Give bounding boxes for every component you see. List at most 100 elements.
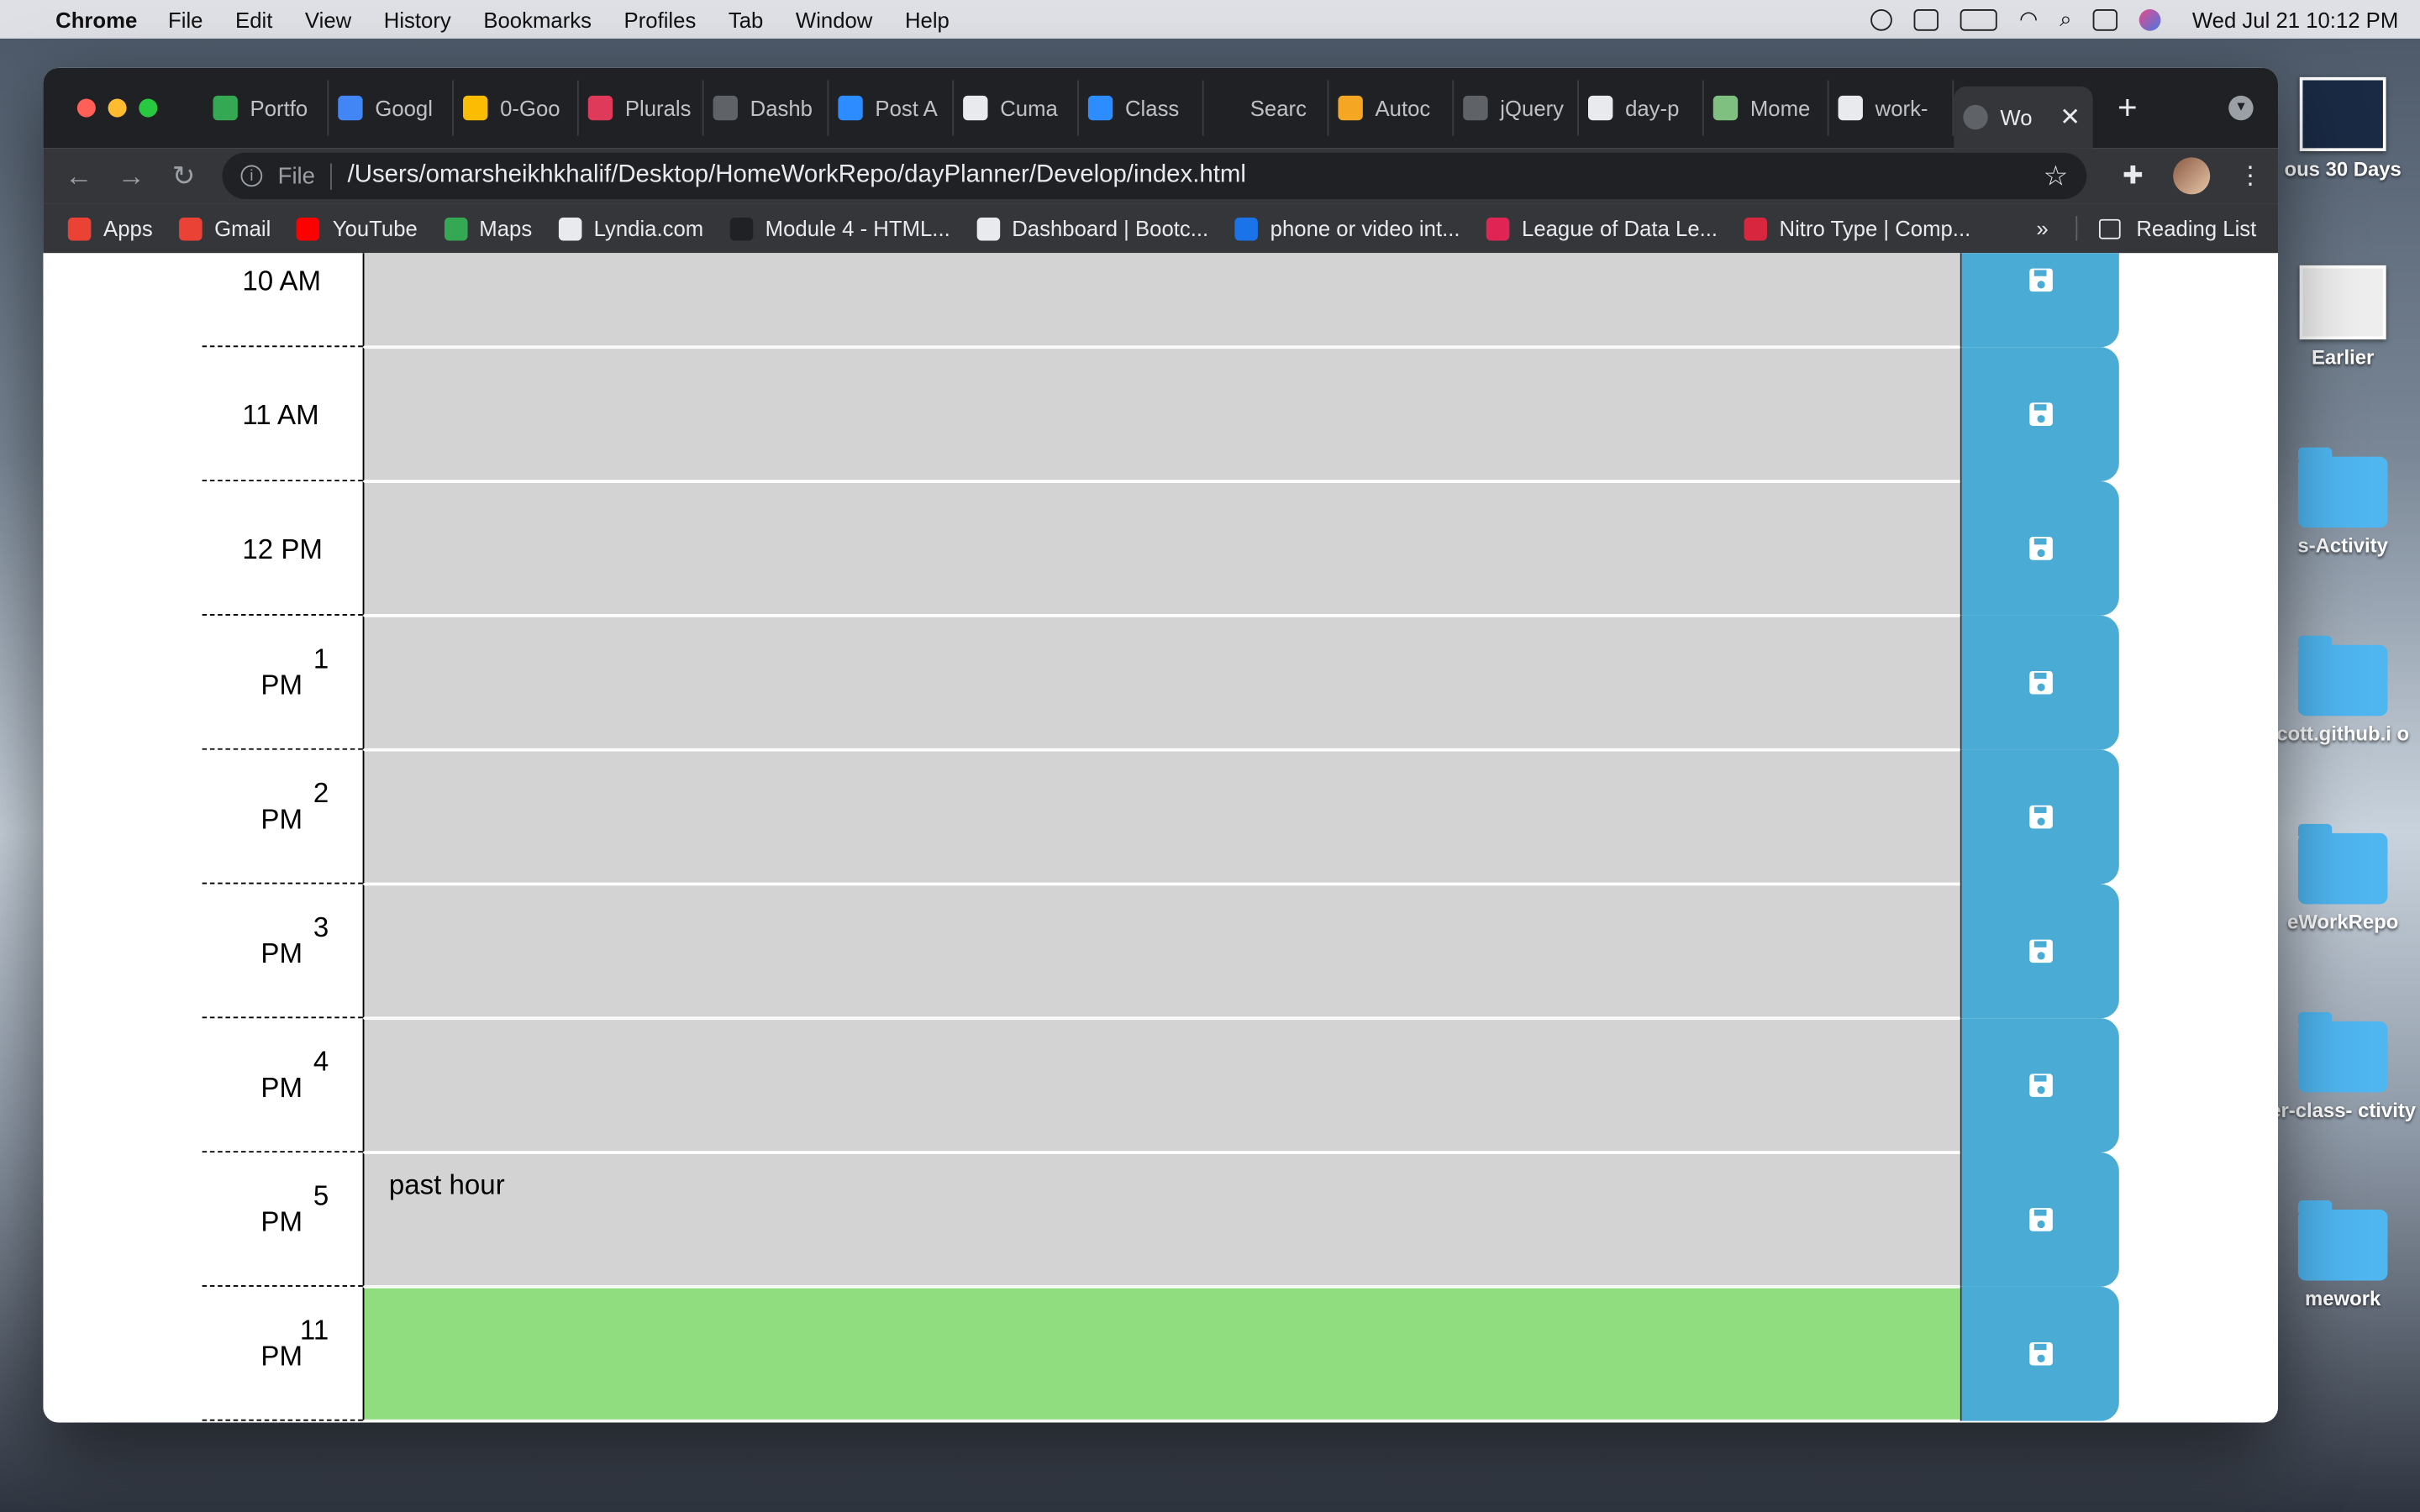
save-button[interactable]: [1960, 1018, 2119, 1153]
app-menu-chrome[interactable]: Chrome: [55, 7, 137, 31]
bookmark-item[interactable]: Maps: [444, 216, 532, 241]
menu-history[interactable]: History: [384, 7, 451, 31]
save-button[interactable]: [1960, 615, 2119, 750]
more-bookmarks-button[interactable]: »: [2036, 216, 2048, 240]
tab[interactable]: Post A: [829, 80, 955, 136]
event-textarea[interactable]: [362, 749, 1960, 885]
reload-icon[interactable]: ↻: [157, 160, 209, 192]
bookmark-star-icon[interactable]: ☆: [2044, 160, 2069, 192]
bookmark-label: Gmail: [214, 216, 271, 241]
zoom-window-button[interactable]: [139, 98, 158, 118]
event-textarea[interactable]: [362, 1018, 1960, 1153]
play-icon[interactable]: [1870, 8, 1893, 30]
bookmark-item[interactable]: Dashboard | Bootc...: [976, 216, 1209, 241]
tab[interactable]: Googl: [329, 80, 454, 136]
save-button[interactable]: [1960, 749, 2119, 885]
menu-profiles[interactable]: Profiles: [624, 7, 697, 31]
bookmark-item[interactable]: phone or video int...: [1234, 216, 1460, 241]
desktop-folder[interactable]: er-class- ctivity: [2265, 1011, 2420, 1121]
browser-toolbar: ← → ↻ i File /Users/omarsheikhkhalif/Des…: [43, 148, 2279, 204]
tab[interactable]: jQuery: [1454, 80, 1579, 136]
event-textarea[interactable]: [362, 481, 1960, 616]
bookmark-item[interactable]: Gmail: [178, 216, 271, 241]
bookmark-label: League of Data Le...: [1522, 216, 1718, 241]
control-center-icon[interactable]: [2093, 8, 2118, 30]
desktop-folder[interactable]: eWorkRepo: [2265, 823, 2420, 933]
extensions-puzzle-icon[interactable]: ✚: [2105, 160, 2160, 192]
wifi-icon[interactable]: ◠: [2019, 6, 2038, 32]
menu-edit[interactable]: Edit: [235, 7, 272, 31]
display-icon[interactable]: [1914, 8, 1939, 30]
bookmark-item[interactable]: League of Data Le...: [1486, 216, 1718, 241]
tab-label: 0-Goo: [500, 95, 560, 121]
profile-avatar[interactable]: [2173, 157, 2211, 195]
time-block-row: 5 PM past hour: [202, 1152, 2119, 1287]
tab[interactable]: Mome: [1704, 80, 1829, 136]
save-button[interactable]: [1960, 347, 2119, 482]
save-button[interactable]: [1960, 253, 2119, 348]
menu-view[interactable]: View: [305, 7, 351, 31]
menu-bar-clock[interactable]: Wed Jul 21 10:12 PM: [2192, 7, 2398, 31]
bookmark-label: Dashboard | Bootc...: [1012, 216, 1209, 241]
desktop-item[interactable]: ous 30 Days: [2265, 76, 2420, 181]
floppy-disk-icon: [2028, 670, 2052, 695]
desktop-folder[interactable]: s-Activity: [2265, 447, 2420, 557]
forward-icon[interactable]: →: [105, 160, 157, 192]
siri-icon[interactable]: [2139, 8, 2162, 30]
bookmark-item[interactable]: Apps: [67, 216, 153, 241]
hour-number: 11: [299, 1314, 329, 1346]
menu-window[interactable]: Window: [796, 7, 872, 31]
floppy-disk-icon: [2028, 402, 2052, 426]
tab-search-icon[interactable]: ▾: [2228, 95, 2254, 121]
desktop-item[interactable]: Earlier: [2265, 265, 2420, 369]
desktop-folder[interactable]: cott.github.i o: [2265, 635, 2420, 745]
tab[interactable]: 0-Goo: [454, 80, 579, 136]
spotlight-search-icon[interactable]: ⌕: [2060, 6, 2071, 32]
back-icon[interactable]: ←: [52, 160, 104, 192]
tab[interactable]: Autoc: [1328, 80, 1455, 136]
event-textarea[interactable]: [362, 1286, 1960, 1421]
close-tab-icon[interactable]: ✕: [2060, 102, 2081, 133]
menu-bookmarks[interactable]: Bookmarks: [483, 7, 592, 31]
tab[interactable]: Portfo: [203, 80, 329, 136]
tab[interactable]: Class: [1079, 80, 1204, 136]
bookmark-item[interactable]: Module 4 - HTML...: [729, 216, 950, 241]
event-textarea[interactable]: [362, 615, 1960, 750]
desktop-folder[interactable]: mework: [2265, 1200, 2420, 1310]
tab[interactable]: Searc: [1204, 80, 1329, 136]
tab[interactable]: Cuma: [954, 80, 1079, 136]
time-block-row: 10 AM: [202, 253, 2119, 348]
event-textarea[interactable]: [362, 884, 1960, 1019]
event-textarea[interactable]: [362, 253, 1960, 348]
bookmark-item[interactable]: Lyndia.com: [558, 216, 703, 241]
menu-tab[interactable]: Tab: [729, 7, 763, 31]
menu-file[interactable]: File: [168, 7, 203, 31]
event-textarea[interactable]: [362, 347, 1960, 482]
status-tray: ◠ ⌕ Wed Jul 21 10:12 PM: [1870, 6, 2398, 32]
reading-list-button[interactable]: Reading List: [2075, 216, 2256, 241]
hour-text: 12 PM: [242, 533, 323, 565]
hour-ampm: PM: [260, 803, 302, 835]
tab[interactable]: work-: [1829, 80, 1954, 136]
menu-help[interactable]: Help: [905, 7, 950, 31]
save-button[interactable]: [1960, 1152, 2119, 1287]
info-icon[interactable]: i: [240, 165, 263, 187]
tab[interactable]: Plurals: [579, 80, 704, 136]
address-bar[interactable]: i File /Users/omarsheikhkhalif/Desktop/H…: [222, 152, 2087, 199]
save-button[interactable]: [1960, 884, 2119, 1019]
new-tab-button[interactable]: +: [2118, 88, 2138, 129]
bookmark-item[interactable]: Nitro Type | Comp...: [1744, 216, 1970, 241]
tab-active[interactable]: Wo ✕: [1954, 86, 2093, 149]
url-text[interactable]: /Users/omarsheikhkhalif/Desktop/HomeWork…: [348, 162, 1246, 190]
tab-favicon-icon: [463, 95, 488, 121]
save-button[interactable]: [1960, 1286, 2119, 1421]
tab[interactable]: day-p: [1579, 80, 1704, 136]
save-button[interactable]: [1960, 481, 2119, 616]
battery-icon[interactable]: [1960, 8, 1998, 30]
minimize-window-button[interactable]: [108, 98, 127, 118]
tab[interactable]: Dashb: [704, 80, 829, 136]
event-textarea[interactable]: past hour: [362, 1152, 1960, 1287]
close-window-button[interactable]: [76, 98, 96, 118]
bookmark-item[interactable]: YouTube: [297, 216, 418, 241]
kebab-menu-icon[interactable]: ⋮: [2223, 160, 2278, 192]
